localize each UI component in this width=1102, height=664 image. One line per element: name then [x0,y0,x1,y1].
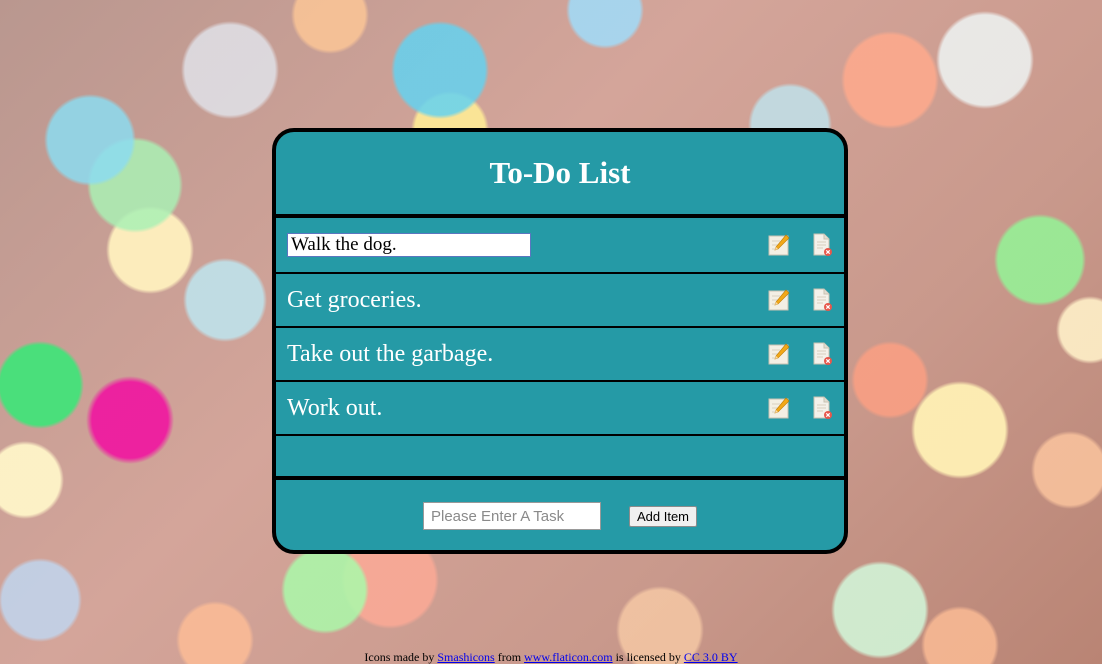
edit-icon[interactable] [767,396,791,420]
license-link[interactable]: CC 3.0 BY [684,650,738,664]
attribution-footer: Icons made by Smashicons from www.flatic… [0,650,1102,664]
todo-card: To-Do List Walk the dog. Get groceries. … [272,128,848,554]
task-row [276,218,844,274]
page-title: To-Do List [489,155,631,190]
task-row: Get groceries. [276,274,844,328]
edit-icon[interactable] [767,288,791,312]
footer-text: Icons made by [364,650,435,664]
task-label: Work out. [287,394,383,421]
task-label: Take out the garbage. [287,340,494,367]
task-list: Get groceries. [276,218,844,480]
delete-icon[interactable] [810,288,834,312]
task-label: Get groceries. [287,286,422,313]
add-task-bar: Add Item [276,480,844,550]
task-input[interactable] [422,502,601,530]
footer-text: from [497,650,522,664]
card-header: To-Do List [276,132,844,218]
empty-row [276,436,844,480]
delete-icon[interactable] [810,342,834,366]
edit-icon[interactable] [767,342,791,366]
task-row: Work out. [276,382,844,436]
delete-icon[interactable] [810,396,834,420]
task-edit-input[interactable] [287,233,531,257]
author-link[interactable]: Smashicons [437,650,494,664]
footer-text: is licensed by [615,650,681,664]
delete-icon[interactable] [810,233,834,257]
edit-icon[interactable] [767,233,791,257]
task-row: Take out the garbage. [276,328,844,382]
add-item-button[interactable]: Add Item [628,505,698,527]
site-link[interactable]: www.flaticon.com [524,650,613,664]
